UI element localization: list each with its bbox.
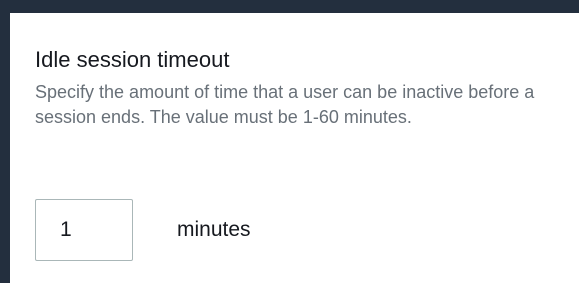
setting-description: Specify the amount of time that a user c… bbox=[35, 82, 535, 127]
idle-session-timeout-setting: Idle session timeout Specify the amount … bbox=[35, 46, 555, 261]
timeout-minutes-input[interactable] bbox=[35, 199, 133, 261]
minutes-unit-label: minutes bbox=[177, 218, 251, 241]
setting-title: Idle session timeout bbox=[35, 47, 230, 72]
timeout-input-row: minutes bbox=[35, 199, 251, 261]
settings-panel: Idle session timeout Specify the amount … bbox=[10, 13, 579, 283]
